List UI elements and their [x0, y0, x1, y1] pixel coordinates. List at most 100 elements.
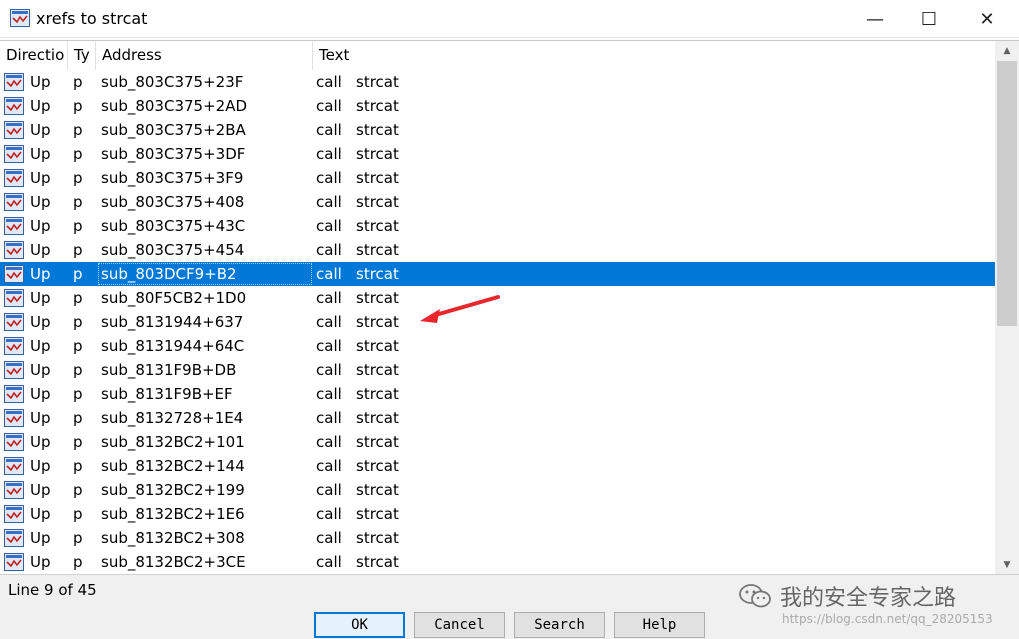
watermark-text: 我的安全专家之路 [780, 586, 957, 611]
cancel-button[interactable]: Cancel [414, 612, 505, 638]
close-icon: ✕ [979, 8, 995, 30]
cell-type: p [73, 97, 83, 115]
cell-type: p [73, 409, 83, 427]
cell-address: sub_8132728+1E4 [101, 409, 244, 427]
cell-text-target: strcat [356, 337, 399, 355]
table-row[interactable]: Up p sub_8132BC2+308 call strcat [0, 526, 995, 550]
table-row[interactable]: Up p sub_8132BC2+101 call strcat [0, 430, 995, 454]
table-row[interactable]: Up p sub_803C375+454 call strcat [0, 238, 995, 262]
cell-direction: Up [30, 361, 51, 379]
table-row[interactable]: Up p sub_803DCF9+B2 call strcat [0, 262, 995, 286]
cell-text-op: call [316, 169, 342, 187]
xref-entry-icon [4, 241, 24, 259]
scroll-up-arrow-icon[interactable]: ▲ [995, 41, 1019, 61]
help-button[interactable]: Help [614, 612, 705, 638]
cell-text-target: strcat [356, 73, 399, 91]
cell-text-op: call [316, 73, 342, 91]
cell-text-op: call [316, 529, 342, 547]
minimize-button[interactable]: — [850, 0, 900, 38]
table-row[interactable]: Up p sub_8132BC2+199 call strcat [0, 478, 995, 502]
cell-text-target: strcat [356, 361, 399, 379]
table-row[interactable]: Up p sub_803C375+43C call strcat [0, 214, 995, 238]
cell-address: sub_8132BC2+199 [101, 481, 245, 499]
close-button[interactable]: ✕ [962, 0, 1012, 38]
cell-type: p [73, 193, 83, 211]
cell-text-target: strcat [356, 121, 399, 139]
table-row[interactable]: Up p sub_8132BC2+3CE call strcat [0, 550, 995, 574]
cell-address: sub_8132BC2+308 [101, 529, 245, 547]
cell-type: p [73, 481, 83, 499]
table-row[interactable]: Up p sub_8131F9B+DB call strcat [0, 358, 995, 382]
table-row[interactable]: Up p sub_803C375+23F call strcat [0, 70, 995, 94]
cell-text-op: call [316, 289, 342, 307]
cell-text-target: strcat [356, 385, 399, 403]
cell-address: sub_803C375+3DF [101, 145, 246, 163]
column-header-text[interactable]: Text [313, 41, 995, 70]
table-row[interactable]: Up p sub_8131F9B+EF call strcat [0, 382, 995, 406]
cell-text-op: call [316, 481, 342, 499]
cell-address: sub_8132BC2+144 [101, 457, 245, 475]
cell-type: p [73, 457, 83, 475]
cell-text-op: call [316, 385, 342, 403]
vertical-scrollbar[interactable]: ▲ ▼ [995, 41, 1019, 575]
cell-address: sub_803C375+3F9 [101, 169, 244, 187]
cell-direction: Up [30, 529, 51, 547]
table-row[interactable]: Up p sub_803C375+408 call strcat [0, 190, 995, 214]
table-row[interactable]: Up p sub_8132728+1E4 call strcat [0, 406, 995, 430]
table-row[interactable]: Up p sub_803C375+2AD call strcat [0, 94, 995, 118]
table-row[interactable]: Up p sub_8132BC2+144 call strcat [0, 454, 995, 478]
cell-text-op: call [316, 217, 342, 235]
xref-entry-icon [4, 505, 24, 523]
cell-type: p [73, 241, 83, 259]
cell-address: sub_803C375+454 [101, 241, 245, 259]
cell-text-op: call [316, 121, 342, 139]
cell-address: sub_8131F9B+DB [101, 361, 237, 379]
cell-address: sub_80F5CB2+1D0 [101, 289, 247, 307]
xref-entry-icon [4, 145, 24, 163]
cell-direction: Up [30, 145, 51, 163]
scroll-down-arrow-icon[interactable]: ▼ [995, 555, 1019, 575]
table-row[interactable]: Up p sub_803C375+2BA call strcat [0, 118, 995, 142]
cell-type: p [73, 361, 83, 379]
xref-app-icon [10, 9, 30, 27]
search-button[interactable]: Search [514, 612, 605, 638]
xref-entry-icon [4, 313, 24, 331]
cell-type: p [73, 217, 83, 235]
cell-address: sub_803C375+2BA [101, 121, 246, 139]
xref-entry-icon [4, 433, 24, 451]
cell-direction: Up [30, 337, 51, 355]
maximize-button[interactable]: ☐ [904, 0, 954, 38]
ok-button[interactable]: OK [314, 612, 405, 638]
cell-type: p [73, 313, 83, 331]
cell-type: p [73, 145, 83, 163]
status-line-count: Line 9 of 45 [8, 581, 97, 599]
cell-text-op: call [316, 313, 342, 331]
cell-text-target: strcat [356, 553, 399, 571]
column-header-direction[interactable]: Directio [0, 41, 68, 70]
xref-table: Directio Ty Address Text Up p sub_803C375+… [0, 40, 1019, 575]
xref-entry-icon [4, 193, 24, 211]
table-row[interactable]: Up p sub_8132BC2+1E6 call strcat [0, 502, 995, 526]
cell-direction: Up [30, 385, 51, 403]
table-header: Directio Ty Address Text [0, 41, 995, 70]
cell-direction: Up [30, 409, 51, 427]
table-row[interactable]: Up p sub_803C375+3F9 call strcat [0, 166, 995, 190]
xref-entry-icon [4, 289, 24, 307]
column-header-type[interactable]: Ty [68, 41, 96, 70]
cell-direction: Up [30, 169, 51, 187]
cell-direction: Up [30, 553, 51, 571]
cell-text-op: call [316, 97, 342, 115]
cell-text-op: call [316, 361, 342, 379]
cell-type: p [73, 433, 83, 451]
table-row[interactable]: Up p sub_803C375+3DF call strcat [0, 142, 995, 166]
table-row[interactable]: Up p sub_8131944+64C call strcat [0, 334, 995, 358]
watermark-url: https://blog.csdn.net/qq_28205153 [782, 612, 993, 626]
cell-direction: Up [30, 481, 51, 499]
column-header-address[interactable]: Address [96, 41, 313, 70]
cell-type: p [73, 289, 83, 307]
cell-type: p [73, 121, 83, 139]
scrollbar-thumb[interactable] [997, 61, 1017, 326]
cell-text-target: strcat [356, 433, 399, 451]
cell-type: p [73, 337, 83, 355]
xref-entry-icon [4, 337, 24, 355]
